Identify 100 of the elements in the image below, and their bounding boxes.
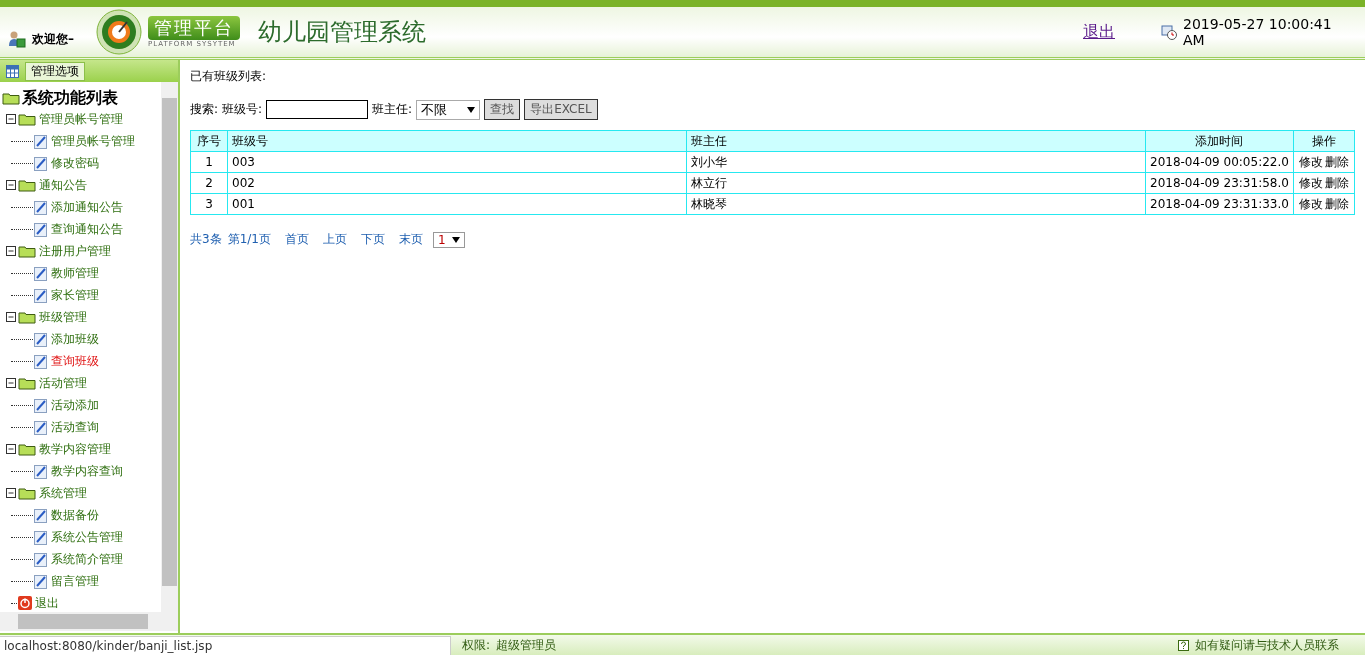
notepad-icon	[34, 221, 48, 237]
total-count: 共3条	[190, 231, 222, 248]
tree-group[interactable]: 注册用户管理	[39, 242, 111, 260]
tree-item[interactable]: 系统公告管理	[51, 528, 123, 546]
horizontal-scrollbar[interactable]	[0, 612, 178, 631]
find-button[interactable]: 查找	[484, 99, 521, 120]
table-cell: 林立行	[686, 172, 1146, 194]
tree-item[interactable]: 管理员帐号管理	[51, 132, 135, 150]
clock-icon	[1161, 24, 1177, 40]
folder-icon	[18, 244, 36, 258]
row-action-link[interactable]: 修改	[1298, 154, 1323, 169]
notepad-icon	[34, 551, 48, 567]
logo-badge: 管理平台	[148, 16, 240, 40]
folder-icon	[18, 376, 36, 390]
tree-group[interactable]: 活动管理	[39, 374, 87, 392]
tree-group[interactable]: 系统管理	[39, 484, 87, 502]
notepad-icon	[34, 265, 48, 281]
tree-item[interactable]: 添加班级	[51, 330, 99, 348]
page-link[interactable]: 下页	[360, 231, 385, 248]
tree-item[interactable]: 查询班级	[51, 352, 99, 370]
power-icon	[18, 596, 32, 610]
notepad-icon	[34, 419, 48, 435]
teacher-label: 班主任:	[372, 101, 413, 118]
table-cell: 2018-04-09 23:31:58.0	[1145, 172, 1294, 194]
tree-item[interactable]: 活动查询	[51, 418, 99, 436]
tree-group[interactable]: 班级管理	[39, 308, 87, 326]
tree-item[interactable]: 添加通知公告	[51, 198, 123, 216]
row-action-link[interactable]: 修改	[1298, 175, 1323, 190]
list-heading: 已有班级列表:	[190, 68, 268, 85]
column-header: 操作	[1293, 130, 1355, 152]
export-button[interactable]: 导出EXCEL	[524, 99, 598, 120]
collapse-icon[interactable]	[6, 245, 17, 257]
tree-item[interactable]: 教师管理	[51, 264, 99, 282]
help-icon	[1178, 639, 1189, 651]
search-label: 搜索:	[190, 101, 219, 118]
collapse-icon[interactable]	[6, 179, 17, 191]
row-action-link[interactable]: 删除	[1324, 154, 1349, 169]
page-link[interactable]: 上页	[322, 231, 347, 248]
table-cell: 2018-04-09 00:05:22.0	[1145, 151, 1294, 173]
class-input[interactable]	[266, 100, 369, 119]
notepad-icon	[34, 507, 48, 523]
collapse-icon[interactable]	[6, 443, 17, 455]
user-icon	[8, 30, 26, 48]
column-header: 序号	[190, 130, 228, 152]
table-cell: 刘小华	[686, 151, 1146, 173]
sidebar-tab[interactable]: 管理选项	[25, 61, 85, 81]
tree-root: 系统功能列表	[22, 87, 118, 109]
tree-group[interactable]: 管理员帐号管理	[39, 110, 123, 128]
dropdown-arrow-icon	[467, 106, 476, 113]
collapse-icon[interactable]	[6, 377, 17, 389]
row-action-link[interactable]: 删除	[1324, 196, 1349, 211]
teacher-select[interactable]: 不限	[416, 99, 481, 120]
tree-item[interactable]: 修改密码	[51, 154, 99, 172]
notepad-icon	[34, 133, 48, 149]
help-text: 如有疑问请与技术人员联系	[1195, 636, 1339, 654]
column-header: 添加时间	[1145, 130, 1294, 152]
table-cell: 001	[227, 193, 687, 215]
collapse-icon[interactable]	[6, 113, 17, 125]
tree-item[interactable]: 家长管理	[51, 286, 99, 304]
notepad-icon	[34, 155, 48, 171]
logout-link[interactable]: 退出	[1083, 21, 1115, 43]
notepad-icon	[34, 573, 48, 589]
vertical-scrollbar[interactable]	[161, 82, 178, 612]
collapse-icon[interactable]	[6, 311, 17, 323]
row-action-link[interactable]: 删除	[1324, 175, 1349, 190]
table-cell: 003	[227, 151, 687, 173]
tree-item[interactable]: 查询通知公告	[51, 220, 123, 238]
browser-status-url: localhost:8080/kinder/banji_list.jsp	[0, 636, 451, 655]
row-action-link[interactable]: 修改	[1298, 196, 1323, 211]
table-icon	[6, 64, 19, 78]
folder-icon	[18, 112, 36, 126]
notepad-icon	[34, 463, 48, 479]
role-value: 超级管理员	[496, 636, 557, 654]
tree-item[interactable]: 留言管理	[51, 572, 99, 590]
folder-icon	[18, 310, 36, 324]
dropdown-arrow-icon	[451, 236, 460, 243]
table-cell: 2018-04-09 23:31:33.0	[1145, 193, 1294, 215]
collapse-icon[interactable]	[6, 487, 17, 499]
table-cell: 2	[190, 172, 228, 194]
page-link[interactable]: 首页	[284, 231, 309, 248]
column-header: 班主任	[686, 130, 1146, 152]
notepad-icon	[34, 353, 48, 369]
tree-item[interactable]: 活动添加	[51, 396, 99, 414]
page-link[interactable]: 末页	[398, 231, 423, 248]
tree-group[interactable]: 教学内容管理	[39, 440, 111, 458]
welcome-text: 欢迎您–	[32, 30, 74, 48]
notepad-icon	[34, 331, 48, 347]
role-label: 权限:	[462, 636, 491, 654]
tree-item[interactable]: 教学内容查询	[51, 462, 123, 480]
tree-item[interactable]: 系统简介管理	[51, 550, 123, 568]
table-cell: 林晓琴	[686, 193, 1146, 215]
tree-item[interactable]: 退出	[35, 594, 59, 612]
column-header: 班级号	[227, 130, 687, 152]
tree-item[interactable]: 数据备份	[51, 506, 99, 524]
notepad-icon	[34, 529, 48, 545]
class-label: 班级号:	[222, 101, 263, 118]
folder-icon	[18, 486, 36, 500]
datetime-text: 2019-05-27 10:00:41 AM	[1183, 16, 1333, 48]
tree-group[interactable]: 通知公告	[39, 176, 87, 194]
page-select[interactable]: 1	[432, 231, 465, 248]
